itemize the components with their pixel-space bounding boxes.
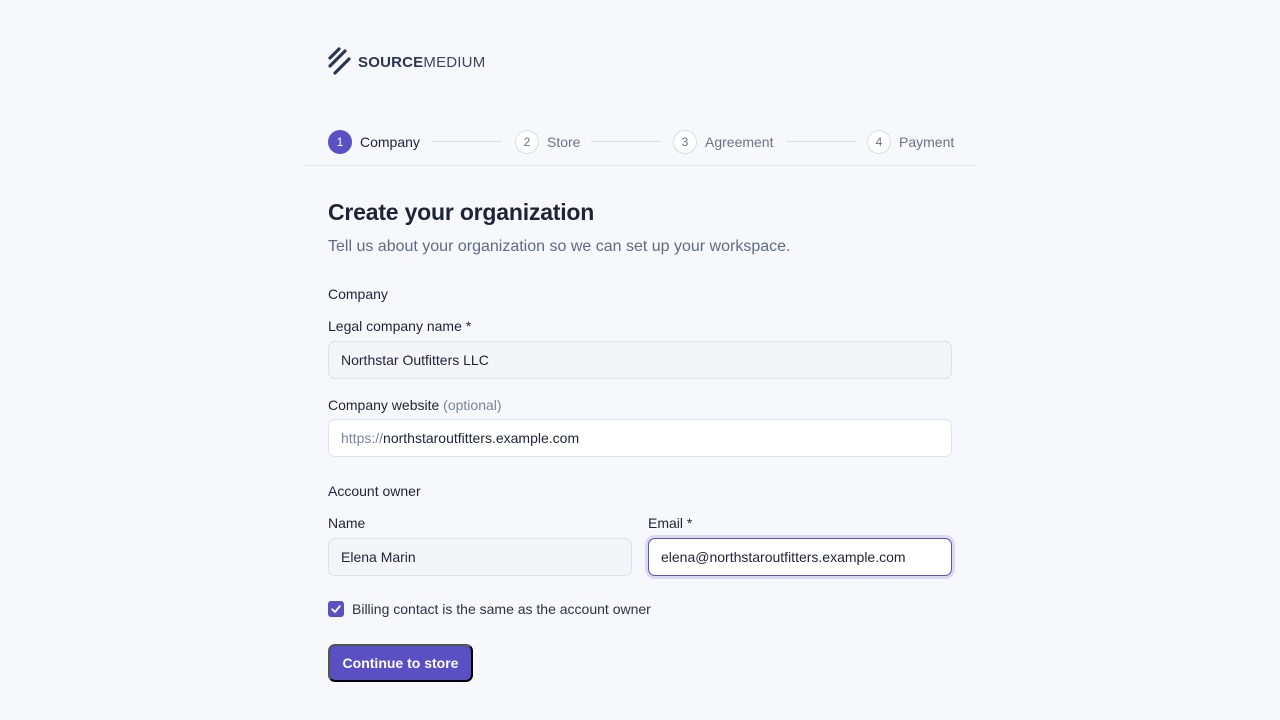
step-number: 3 [673,130,697,154]
step-number: 1 [328,130,352,154]
legal-name-label: Legal company name * [328,318,472,334]
website-input[interactable]: https://northstaroutfitters.example.com [328,419,952,457]
progress-stepper: 1 Company 2 Store 3 Agreement 4 Payment [304,118,976,166]
step-connector [786,141,856,142]
name-input[interactable]: Elena Marin [328,538,632,576]
step-payment[interactable]: 4 Payment [867,130,954,154]
email-input[interactable]: elena@northstaroutfitters.example.com [648,538,952,576]
email-value: elena@northstaroutfitters.example.com [661,549,906,565]
step-label: Agreement [705,134,774,150]
company-section-heading: Company [328,286,388,302]
logo-icon [328,47,351,75]
step-store[interactable]: 2 Store [515,130,580,154]
step-number: 4 [867,130,891,154]
legal-name-value: Northstar Outfitters LLC [341,352,489,368]
website-value: northstaroutfitters.example.com [383,430,580,446]
legal-name-input[interactable]: Northstar Outfitters LLC [328,341,952,379]
step-label: Store [547,134,581,150]
name-label: Name [328,515,366,531]
billing-contact-option[interactable]: Billing contact is the same as the accou… [328,601,651,617]
name-value: Elena Marin [341,549,416,565]
step-connector [432,141,502,142]
page-title: Create your organization [328,199,595,225]
continue-to-store-button[interactable]: Continue to store [328,644,473,682]
website-label-text: Company website [328,397,440,413]
step-label: Payment [899,134,955,150]
step-connector [591,141,661,142]
step-label: Company [360,134,420,150]
step-company[interactable]: 1 Company [328,130,420,154]
account-owner-section-heading: Account owner [328,483,421,499]
website-label: Company website (optional) [328,397,502,413]
email-label: Email * [648,515,693,531]
page-subtitle: Tell us about your organization so we ca… [328,238,791,255]
checkmark-icon [331,605,341,613]
brand-name-light: MEDIUM [423,53,486,71]
website-prefix: https:// [341,430,384,446]
website-optional-hint: (optional) [443,397,502,413]
brand-name-strong: SOURCE [358,53,424,71]
step-agreement[interactable]: 3 Agreement [673,130,773,154]
step-number: 2 [515,130,539,154]
billing-contact-label: Billing contact is the same as the accou… [352,601,651,617]
brand-name: SOURCEMEDIUM [358,54,485,71]
billing-contact-checkbox[interactable] [328,601,344,617]
brand-logo: SOURCEMEDIUM [328,47,485,77]
onboarding-page: SOURCEMEDIUM 1 Company 2 Store 3 Agreeme… [0,0,1280,720]
